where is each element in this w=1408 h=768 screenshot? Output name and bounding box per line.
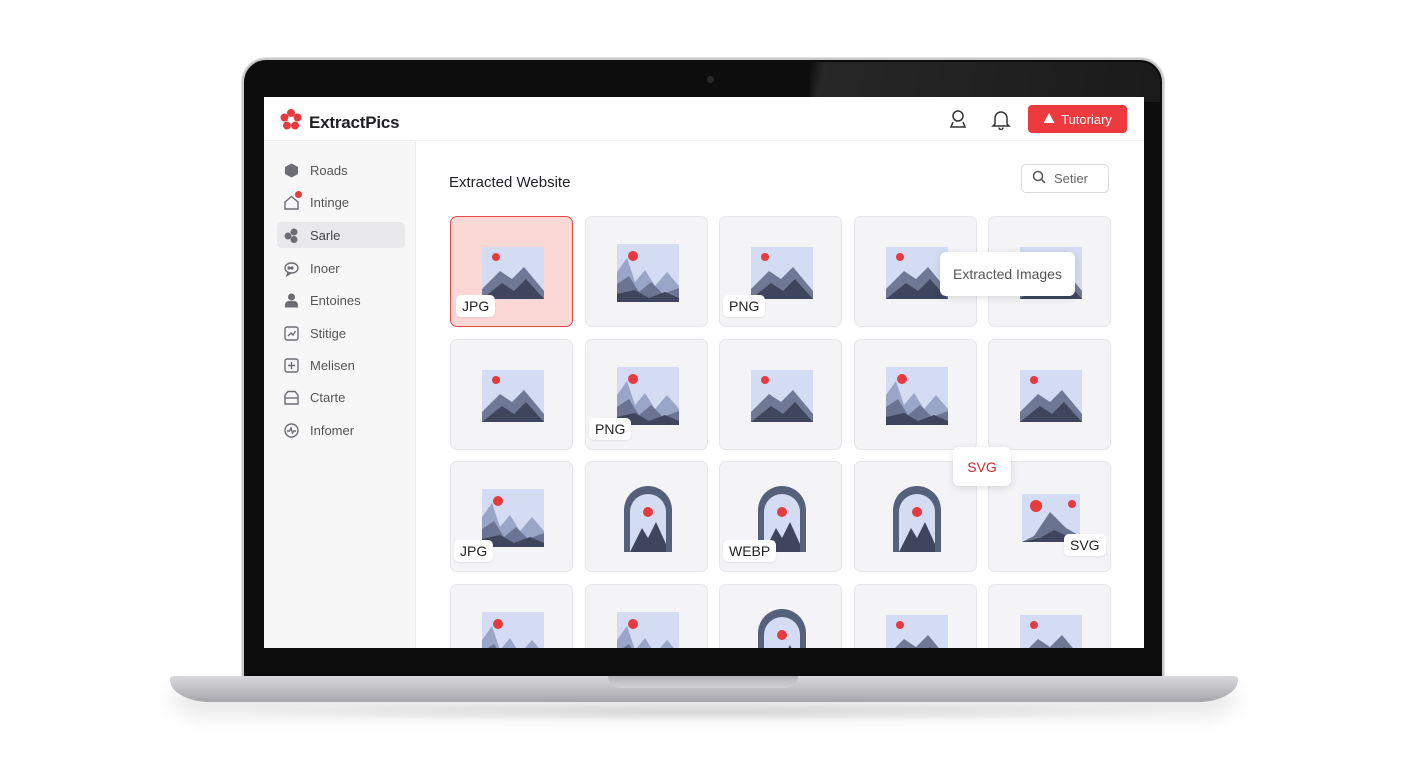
image-tile[interactable] bbox=[988, 339, 1111, 450]
lid-reflection bbox=[810, 62, 1160, 102]
image-thumbnail-icon bbox=[749, 368, 815, 429]
sidebar-item-label: Ctarte bbox=[310, 389, 346, 405]
sidebar-item-label: Melisen bbox=[310, 357, 355, 373]
format-badge: SVG bbox=[1064, 534, 1106, 556]
search-input[interactable]: Setier bbox=[1021, 164, 1109, 193]
sidebar-item-roads[interactable]: Roads bbox=[277, 157, 405, 183]
image-tile[interactable]: PNG bbox=[719, 216, 842, 327]
pulse-icon bbox=[283, 422, 300, 439]
app-name: ExtractPics bbox=[309, 112, 400, 132]
cube-icon bbox=[283, 162, 300, 179]
image-thumbnail-icon bbox=[752, 605, 812, 648]
laptop-opening-notch bbox=[608, 676, 798, 688]
sidebar-item-label: Stitige bbox=[310, 325, 347, 341]
sidebar-item-infomer[interactable]: Infomer bbox=[277, 417, 405, 443]
sidebar-item-intinge[interactable]: Intinge bbox=[277, 189, 405, 215]
shapes-icon bbox=[283, 227, 300, 244]
format-badge: WEBP bbox=[723, 540, 777, 562]
svg-format-chip: SVG bbox=[953, 447, 1011, 486]
app-window: ExtractPics Tutoriary Roads Intinge Sarl… bbox=[264, 97, 1144, 648]
image-tile[interactable] bbox=[988, 584, 1111, 648]
sidebar-item-melisen[interactable]: Melisen bbox=[277, 352, 405, 378]
sidebar-item-label: Intinge bbox=[310, 194, 350, 210]
bell-icon[interactable] bbox=[990, 108, 1012, 131]
image-thumbnail-icon bbox=[1018, 368, 1084, 429]
sidebar-item-label: Sarle bbox=[310, 227, 341, 243]
image-thumbnail-icon bbox=[884, 613, 950, 648]
sidebar-item-sarle[interactable]: Sarle bbox=[277, 222, 405, 248]
tutorial-label: Tutoriary bbox=[1061, 111, 1112, 127]
user-icon[interactable] bbox=[947, 108, 969, 130]
sidebar-item-label: Inoer bbox=[310, 260, 340, 276]
image-thumbnail-icon bbox=[884, 365, 950, 432]
warning-icon bbox=[1043, 112, 1055, 127]
image-tile[interactable] bbox=[585, 216, 708, 327]
format-badge: JPG bbox=[456, 295, 496, 317]
sidebar-item-stitige[interactable]: Stitige bbox=[277, 320, 405, 346]
folder-icon bbox=[283, 389, 300, 406]
sidebar-item-label: Infomer bbox=[310, 422, 355, 438]
image-tile[interactable] bbox=[585, 461, 708, 572]
image-thumbnail-icon bbox=[1018, 613, 1084, 648]
image-tile[interactable]: PNG bbox=[585, 339, 708, 450]
image-thumbnail-icon bbox=[480, 368, 546, 429]
image-tile[interactable]: WEBP bbox=[719, 461, 842, 572]
image-thumbnail-icon bbox=[615, 242, 681, 309]
flower-logo-icon bbox=[279, 108, 303, 137]
top-bar: ExtractPics Tutoriary bbox=[264, 97, 1144, 141]
format-badge: PNG bbox=[589, 418, 632, 440]
page-title: Extracted Website bbox=[449, 174, 571, 191]
image-tile[interactable] bbox=[854, 584, 977, 648]
tutorial-button[interactable]: Tutoriary bbox=[1028, 105, 1127, 133]
image-thumbnail-icon bbox=[618, 482, 678, 559]
sidebar-item-ctarte[interactable]: Ctarte bbox=[277, 384, 405, 410]
home-icon bbox=[283, 190, 302, 211]
sidebar-item-inoer[interactable]: Inoer bbox=[277, 255, 405, 281]
laptop-shadow bbox=[230, 702, 1178, 722]
extracted-images-label: Extracted Images bbox=[940, 252, 1075, 296]
image-tile[interactable]: JPG bbox=[450, 216, 573, 327]
image-tile[interactable]: JPG bbox=[450, 461, 573, 572]
image-tile[interactable] bbox=[450, 584, 573, 648]
sidebar-item-entoines[interactable]: Entoines bbox=[277, 287, 405, 313]
search-icon bbox=[1032, 170, 1046, 187]
webcam bbox=[707, 76, 714, 83]
user-icon bbox=[283, 292, 300, 309]
image-tile[interactable] bbox=[585, 584, 708, 648]
plus-box-icon bbox=[283, 357, 300, 374]
search-placeholder: Setier bbox=[1054, 171, 1088, 186]
sidebar-item-label: Roads bbox=[310, 162, 348, 178]
brand[interactable]: ExtractPics bbox=[279, 108, 400, 137]
image-tile[interactable] bbox=[450, 339, 573, 450]
sidebar-item-label: Entoines bbox=[310, 292, 361, 308]
sidebar: Roads Intinge Sarle Inoer Entoines Stiti… bbox=[264, 142, 416, 648]
image-tile[interactable] bbox=[719, 339, 842, 450]
image-tile[interactable] bbox=[719, 584, 842, 648]
format-badge: PNG bbox=[723, 295, 766, 317]
image-thumbnail-icon bbox=[480, 610, 546, 648]
format-badge: JPG bbox=[454, 540, 494, 562]
image-thumbnail-icon bbox=[615, 610, 681, 648]
image-thumbnail-icon bbox=[887, 482, 947, 559]
notification-dot bbox=[295, 190, 302, 198]
image-tile[interactable] bbox=[854, 339, 977, 450]
chat-icon bbox=[283, 260, 300, 277]
chart-icon bbox=[283, 325, 300, 342]
